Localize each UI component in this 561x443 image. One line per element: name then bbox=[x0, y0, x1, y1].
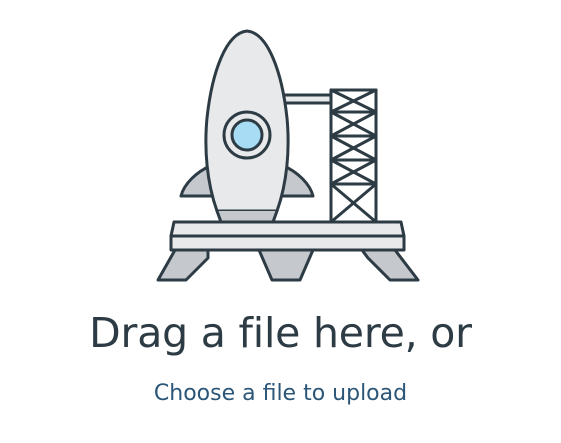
file-drop-zone[interactable]: Drag a file here, or Choose a file to up… bbox=[0, 0, 561, 443]
choose-file-link[interactable]: Choose a file to upload bbox=[0, 379, 561, 409]
rocket-launchpad-icon bbox=[156, 29, 420, 282]
drop-instructions-heading: Drag a file here, or bbox=[89, 309, 472, 357]
